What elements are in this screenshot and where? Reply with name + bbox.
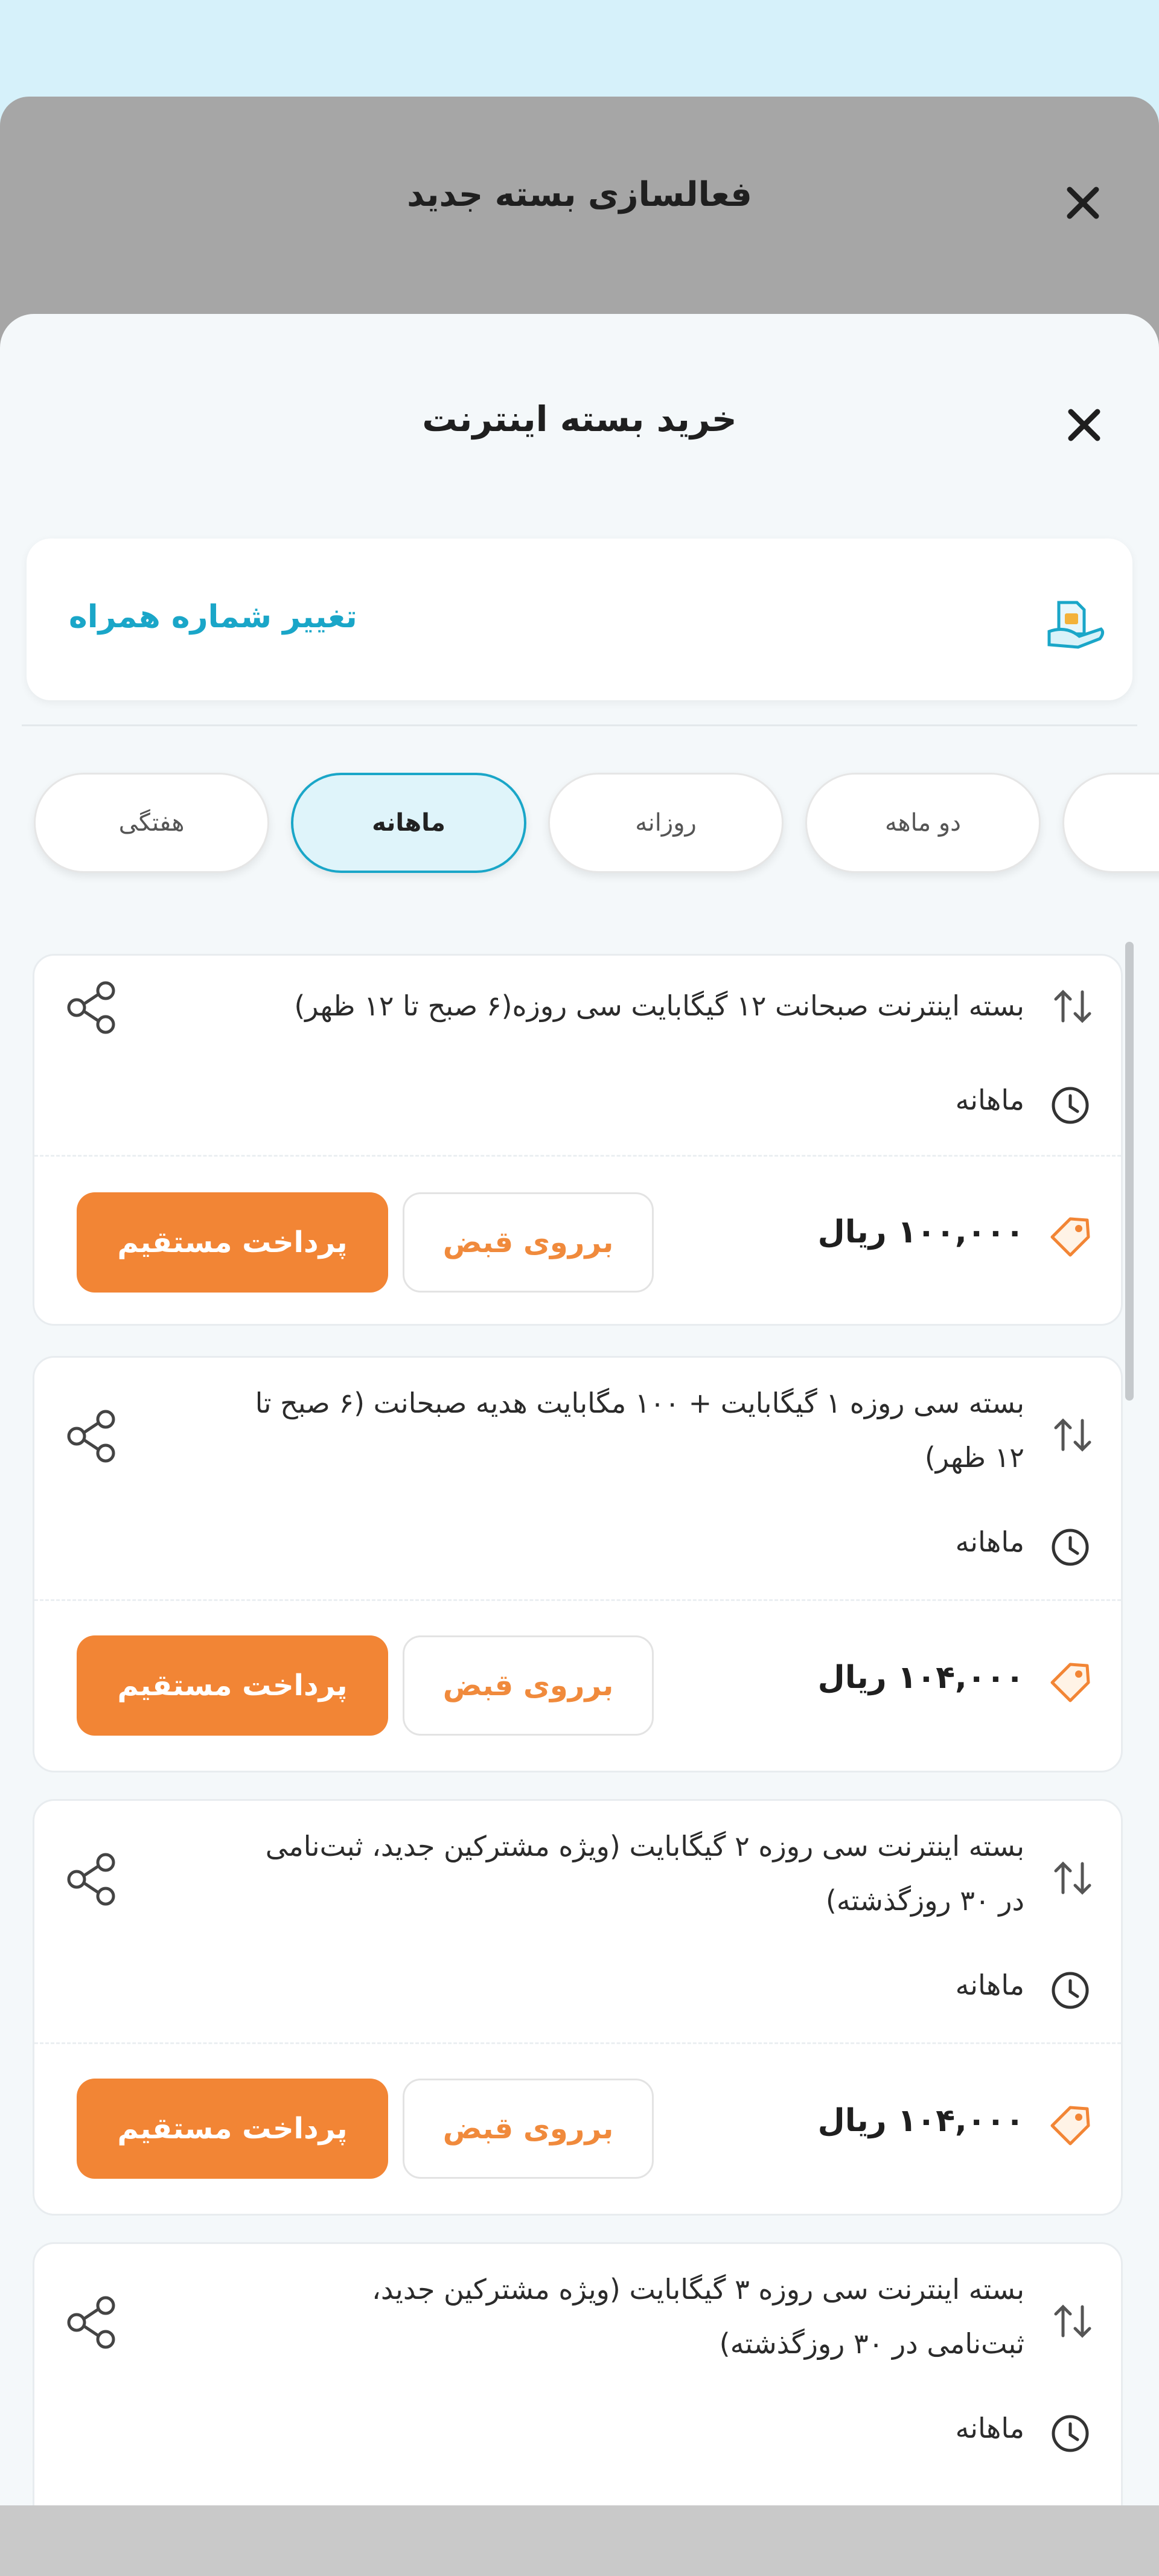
package-title-line: در ۳۰ روزگذشته) (825, 1884, 1024, 1917)
pay-on-bill-button[interactable]: برروی قبض (403, 2079, 654, 2179)
package-period: ماهانه (955, 1969, 1024, 2001)
activate-package-title: فعالسازی بسته جدید (407, 175, 752, 214)
chip-weekly[interactable]: هفتگی (34, 773, 269, 873)
close-sheet-button[interactable] (1060, 401, 1108, 449)
package-title-line: بسته سی روزه ۱ گیگابایت + ۱۰۰ مگابایت هد… (255, 1387, 1024, 1419)
status-strip (0, 0, 1159, 97)
sim-card-icon (1047, 601, 1105, 649)
price-tag-icon (1050, 2106, 1090, 2146)
direct-pay-button[interactable]: پرداخت مستقیم (77, 1635, 388, 1736)
package-card: بسته اینترنت صبحانت ۱۲ گیگابایت سی روزه(… (33, 954, 1123, 1326)
sheet-title: خرید بسته اینترنت (422, 398, 737, 439)
chip-two-month[interactable]: دو ماهه (805, 773, 1041, 873)
clock-icon (1052, 1529, 1089, 1566)
package-card: بسته اینترنت سی روزه ۳ گیگابایت (ویژه مش… (33, 2242, 1123, 2505)
package-title-line: بسته اینترنت صبحانت ۱۲ گیگابایت سی روزه(… (294, 989, 1024, 1022)
package-price: ۱۰۴,۰۰۰ ریال (817, 1660, 1024, 1696)
period-filter-chips: هفتگی ماهانه روزانه دو ماهه (0, 773, 1159, 881)
chip-monthly[interactable]: ماهانه (291, 773, 526, 873)
sort-arrows-icon[interactable] (1049, 982, 1097, 1031)
sort-arrows-icon[interactable] (1049, 1411, 1097, 1459)
package-period: ماهانه (955, 1084, 1024, 1116)
close-activate-button[interactable] (1059, 179, 1107, 227)
package-title-line: بسته اینترنت سی روزه ۳ گیگابایت (ویژه مش… (372, 2273, 1024, 2306)
share-icon[interactable] (61, 2292, 121, 2353)
chip-partial[interactable] (1062, 773, 1159, 873)
clock-icon (1052, 1972, 1089, 2009)
price-tag-icon (1050, 1663, 1090, 1702)
card-separator (34, 1155, 1121, 1157)
package-card: بسته سی روزه ۱ گیگابایت + ۱۰۰ مگابایت هد… (33, 1356, 1123, 1772)
package-list: بسته اینترنت صبحانت ۱۲ گیگابایت سی روزه(… (0, 954, 1159, 2505)
package-title: بسته اینترنت صبحانت ۱۲ گیگابایت سی روزه(… (155, 979, 1024, 1033)
package-title-line: بسته اینترنت سی روزه ۲ گیگابایت (ویژه مش… (265, 1830, 1024, 1862)
change-phone-link[interactable]: تغییر شماره همراه (69, 599, 357, 635)
package-card: بسته اینترنت سی روزه ۲ گیگابایت (ویژه مش… (33, 1799, 1123, 2216)
card-separator (34, 1599, 1121, 1601)
clock-icon (1052, 2415, 1089, 2452)
bottom-bar (0, 2505, 1159, 2576)
phone-number-card: تغییر شماره همراه (27, 539, 1132, 700)
sort-arrows-icon[interactable] (1049, 1854, 1097, 1902)
sort-arrows-icon[interactable] (1049, 2297, 1097, 2345)
package-title: بسته سی روزه ۱ گیگابایت + ۱۰۰ مگابایت هد… (155, 1376, 1024, 1485)
package-title-line: ۱۲ ظهر) (924, 1441, 1024, 1474)
direct-pay-button[interactable]: پرداخت مستقیم (77, 2079, 388, 2179)
divider (22, 724, 1137, 726)
close-icon (1067, 187, 1099, 219)
package-period: ماهانه (955, 2412, 1024, 2444)
card-separator (34, 2042, 1121, 2044)
package-period: ماهانه (955, 1526, 1024, 1558)
clock-icon (1052, 1087, 1089, 1124)
price-tag-icon (1050, 1217, 1090, 1257)
package-price: ۱۰۰,۰۰۰ ریال (817, 1214, 1024, 1250)
chip-daily[interactable]: روزانه (548, 773, 784, 873)
scrollbar[interactable] (1125, 942, 1134, 1401)
package-title-line: ثبت‌نامی در ۳۰ روزگذشته) (719, 2327, 1024, 2360)
pay-on-bill-button[interactable]: برروی قبض (403, 1192, 654, 1293)
share-icon[interactable] (61, 977, 121, 1038)
package-price: ۱۰۴,۰۰۰ ریال (817, 2103, 1024, 2139)
buy-internet-sheet: خرید بسته اینترنت تغییر شماره همراه هفتگ… (0, 314, 1159, 2505)
close-icon (1068, 409, 1100, 441)
activate-package-header: فعالسازی بسته جدید (0, 97, 1159, 314)
package-title: بسته اینترنت سی روزه ۳ گیگابایت (ویژه مش… (155, 2262, 1024, 2371)
package-title: بسته اینترنت سی روزه ۲ گیگابایت (ویژه مش… (155, 1819, 1024, 1928)
share-icon[interactable] (61, 1406, 121, 1466)
direct-pay-button[interactable]: پرداخت مستقیم (77, 1192, 388, 1293)
pay-on-bill-button[interactable]: برروی قبض (403, 1635, 654, 1736)
share-icon[interactable] (61, 1849, 121, 1910)
